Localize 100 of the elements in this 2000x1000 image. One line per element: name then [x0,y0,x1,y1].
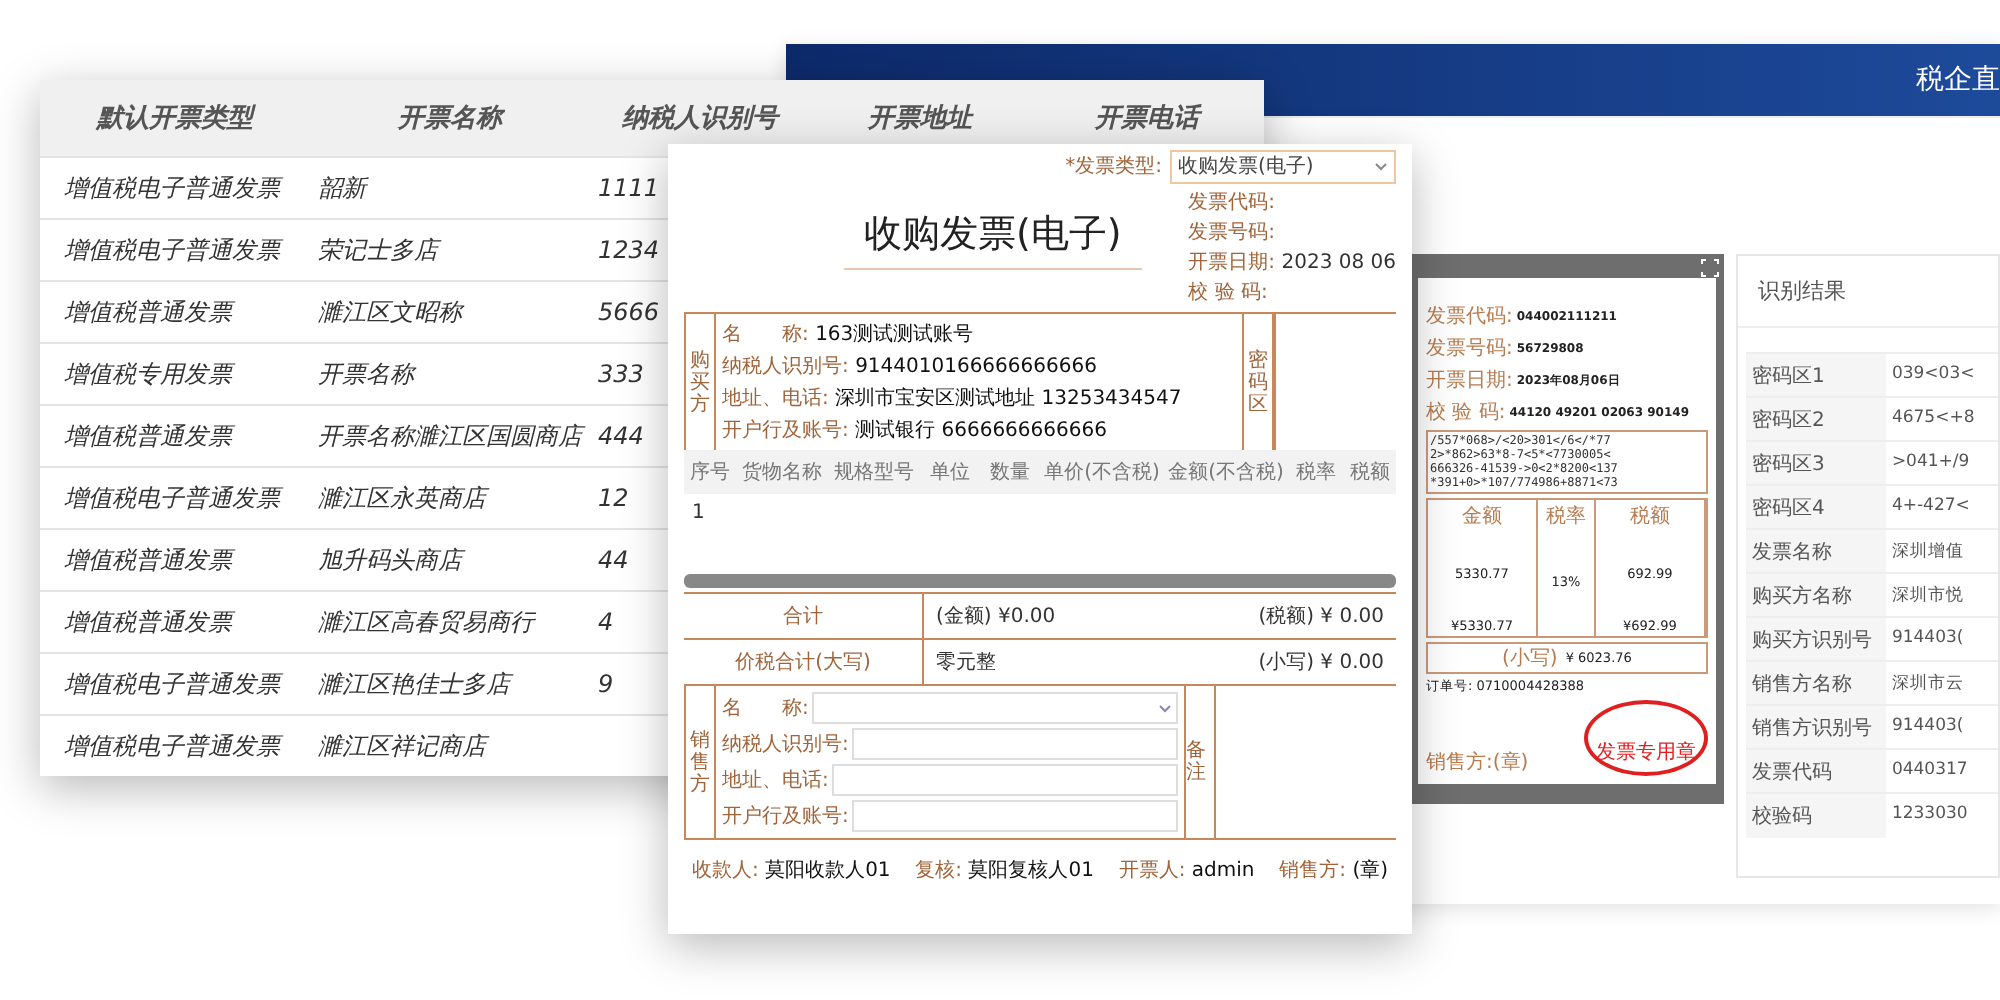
table-cell-text: 增值税专用发票 [62,357,238,391]
table-cell-text: 增值税普通发票 [62,295,238,329]
table-cell-text: 增值税电子普通发票 [62,171,286,205]
field-value: 深圳市悦 [1889,583,1966,610]
input-field[interactable] [852,800,1178,832]
card-title: 识别结果 [1737,256,1998,328]
column-header: 单价(不含税) [1040,450,1164,494]
buyer-line: 纳税人识别号: 9144010166666666666 [722,353,1099,380]
signature-line: 复核: 莫阳复核人01 [915,857,1094,884]
scrollbar[interactable] [684,574,1396,588]
table-cell-text: 开票名称濉江区国圆商店 [316,419,588,453]
field-label: 名 称: [722,696,809,722]
input-field[interactable] [852,728,1178,760]
amount-heading: 税率 [1545,503,1586,530]
table-cell-text: 濉江区永英商店 [316,481,492,515]
total-label: 价税合计(大写) [684,640,924,684]
meta-line: 发票号码: [1188,220,1278,246]
field-value: 4675<+8 [1889,406,1977,432]
scan-label: (小写) [1502,645,1558,672]
table-cell-text: 333 [596,360,646,388]
meta-line: 开票日期: 2023 08 06 [1188,249,1396,276]
fullscreen-icon[interactable] [1699,258,1720,278]
field-value: 914403( [1889,626,1966,652]
field-value: 0440317 [1889,758,1970,784]
table-cell-text: 12 [596,484,631,512]
field-label: 密码区4 [1745,486,1886,530]
buyer-line: 开户行及账号: 测试银行 6666666666666 [722,417,1109,444]
column-header: 序号 [684,450,736,494]
table-cell-text: 44 [596,546,631,574]
table-cell-text: 韶新 [316,171,371,205]
table-cell-text: 荣记士多店 [316,233,444,267]
invoice-title: 收购发票(电子) [844,208,1142,270]
table-cell-text: 增值税普通发票 [62,605,238,639]
field-label: 地址、电话: [722,767,829,794]
table-cell-text: 444 [596,422,646,450]
table-cell-text: 濉江区高春贸易商行 [316,605,538,639]
table-cell-text: 增值税电子普通发票 [62,233,286,267]
column-header: 开票地址 [865,102,976,136]
table-cell-text: 1111 [596,174,662,202]
field-label: 销售方识别号 [1745,706,1886,750]
table-cell-text: 1 [690,500,707,528]
column-header: 税率 [1288,450,1344,494]
signature-line: 收款人: 莫阳收款人01 [692,857,891,884]
scan-label: 销售方:(章) [1426,749,1529,776]
window-title: 税企直 [1916,62,2000,98]
caret-icon [1374,161,1388,171]
scan-label: 发票号码: [1426,336,1513,362]
table-cell-text: 增值税电子普通发票 [62,729,286,763]
table-cell-text: 开票名称 [316,357,419,391]
column-header: 金额(不含税) [1164,450,1288,494]
table-cell-text: 增值税电子普通发票 [62,481,286,515]
column-header: 开票电话 [1092,102,1205,136]
field-label: 纳税人识别号: [722,731,849,758]
caret-icon [1158,703,1172,713]
meta-line: 校 验 码: [1188,279,1270,306]
section-label: 销售方 [686,686,716,838]
column-header: 纳税人识别号 [620,102,783,136]
stamp-drawing: 发票专用章 [1583,700,1708,776]
table-cell-text: 9 [596,670,616,698]
column-header: 开票名称 [395,102,507,136]
field-label: 发票代码 [1745,750,1886,794]
table-cell-text: 1234 [596,236,662,264]
invoice-type-select[interactable]: 收购发票(电子) [1170,149,1396,183]
select-field[interactable] [812,692,1178,724]
buyer-line: 名 称: 163测试测试账号 [722,321,976,348]
table-cell-text: 濉江区艳佳士多店 [316,667,516,701]
field-value: 914403( [1889,714,1966,740]
amount-heading: 金额 [1461,503,1502,530]
field-value: 1233030 [1889,802,1970,828]
meta-line: 发票代码: [1188,190,1278,216]
field-label: 购买方识别号 [1745,618,1886,662]
scan-label: 开票日期: [1426,367,1513,394]
field-label: 密码区1 [1745,354,1886,398]
column-header: 数量 [980,450,1040,494]
total-value: (金额) ¥0.00 [934,603,1058,630]
scan-label: 发票代码: [1426,304,1513,330]
field-label: *发票类型: [1065,153,1162,180]
scan-label: 校 验 码: [1426,399,1506,426]
signature-line: 开票人: admin [1118,858,1255,884]
table-cell-text: 濉江区祥记商店 [316,729,492,763]
field-label: 销售方名称 [1745,662,1886,706]
field-value: >041+/9 [1889,450,1972,476]
table-cell-text: 增值税普通发票 [62,419,238,453]
table-cell-text: 旭升码头商店 [316,543,468,577]
table-cell-text: 5666 [596,298,662,326]
column-header: 货物名称 [736,450,828,494]
amount-heading: 税额 [1629,503,1670,530]
column-header: 单位 [920,450,980,494]
table-cell-text: 4 [596,608,616,636]
input-field[interactable] [832,764,1178,796]
table-cell-text: 增值税普通发票 [62,543,238,577]
field-value: 039<03< [1889,362,1977,388]
field-label: 密码区2 [1745,398,1886,442]
total-label: 合计 [684,594,924,638]
field-label: 校验码 [1745,794,1886,838]
column-header: 规格型号 [828,450,920,494]
field-label: 购买方名称 [1745,574,1886,618]
field-value: 深圳增值 [1889,540,1966,566]
field-value: 深圳市云 [1889,671,1966,698]
field-value: 4+-427< [1889,494,1972,520]
